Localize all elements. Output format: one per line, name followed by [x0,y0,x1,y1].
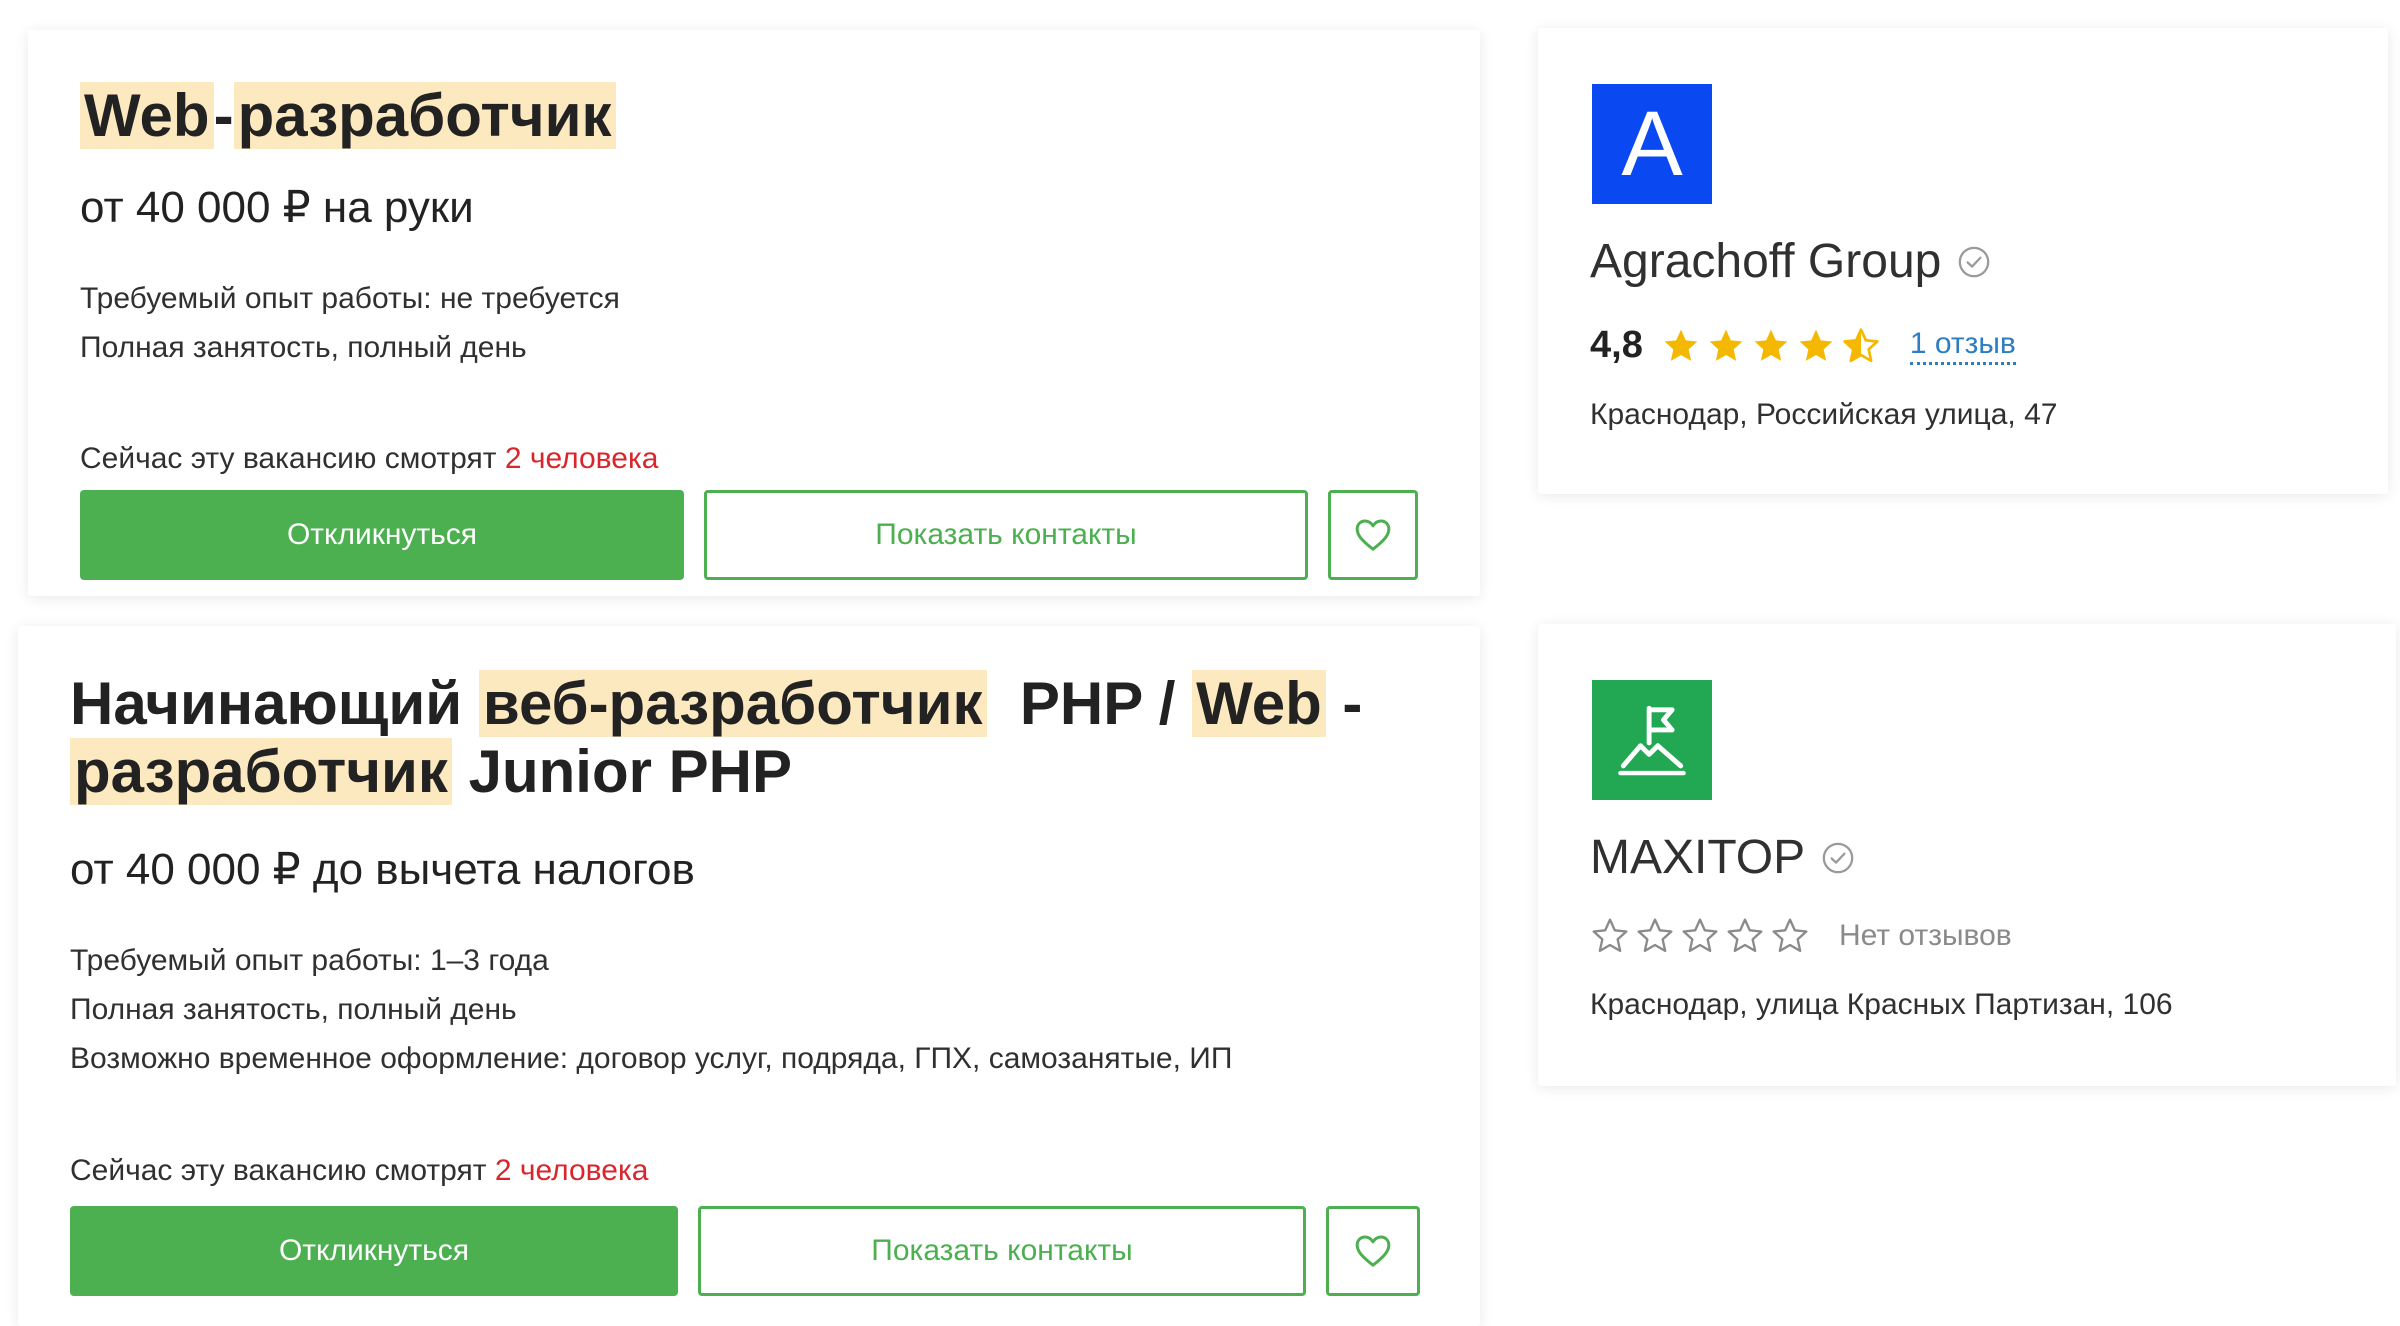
star-empty-icon [1682,918,1718,952]
respond-button[interactable]: Откликнуться [80,490,684,580]
show-contacts-button[interactable]: Показать контакты [704,490,1308,580]
star-empty-icon [1592,918,1628,952]
verified-check-icon [1822,842,1854,873]
viewers-text: Сейчас эту вакансию смотрят 2 человека [80,442,658,476]
no-reviews-label: Нет отзывов [1839,919,2012,952]
title-highlight: разработчик [70,738,452,805]
company-card: MAXITOP Нет отзывов Краснодар, улица Кра… [1538,624,2396,1086]
verified-check-icon [1959,246,1990,277]
company-logo[interactable] [1592,680,1712,800]
viewers-prefix: Сейчас эту вакансию смотрят [80,442,497,475]
favorite-button[interactable] [1326,1206,1420,1296]
logo-letter: A [1621,93,1683,195]
favorite-button[interactable] [1328,490,1418,580]
vacancy-title[interactable]: Начинающий веб-разработчик PHP / Web - ра… [70,670,1410,806]
viewers-text: Сейчас эту вакансию смотрят 2 человека [70,1154,648,1188]
title-text: PHP / [986,670,1193,737]
company-name-text: MAXITOP [1590,831,1806,884]
company-name[interactable]: MAXITOP [1590,830,1855,885]
viewers-prefix: Сейчас эту вакансию смотрят [70,1154,487,1187]
title-text: - [1325,670,1363,737]
vacancy-salary: от 40 000 ₽ на руки [80,183,474,232]
flag-mountain-icon [1618,705,1686,776]
company-card: A Agrachoff Group 4,8 1 отзыв Краснодар,… [1538,28,2388,494]
respond-button[interactable]: Откликнуться [70,1206,678,1296]
title-text: Junior PHP [451,738,793,805]
star-full-icon [1799,329,1833,361]
vacancy-salary: от 40 000 ₽ до вычета налогов [70,845,695,894]
star-full-icon [1754,329,1788,361]
company-rating: 4,8 1 отзыв [1590,324,2016,367]
show-contacts-label: Показать контакты [871,1234,1133,1267]
company-logo[interactable]: A [1592,84,1712,204]
respond-button-label: Откликнуться [278,1234,470,1267]
respond-button-label: Откликнуться [286,518,478,551]
vacancy-info: Требуемый опыт работы: не требуется Полн… [80,274,620,372]
title-highlight: веб-разработчик [478,670,987,737]
title-highlight: Web [1192,670,1326,737]
title-highlight: Web [80,82,214,149]
star-full-icon [1709,329,1743,361]
employment-line: Полная занятость, полный день [70,993,517,1026]
star-half-icon [1843,327,1879,362]
vacancy-title[interactable]: Web-разработчик [80,82,1440,150]
title-highlight: разработчик [233,82,616,149]
star-empty-icon [1637,918,1673,952]
viewers-count: 2 человека [494,1154,649,1187]
star-empty-icon [1727,918,1763,952]
company-name[interactable]: Agrachoff Group [1590,234,1991,289]
experience-line: Требуемый опыт работы: 1–3 года [70,944,549,977]
show-contacts-label: Показать контакты [875,518,1137,551]
rating-value: 4,8 [1590,324,1643,366]
star-full-icon [1664,329,1698,361]
star-empty-icon [1772,918,1808,952]
title-text: Начинающий [70,670,479,737]
contract-line: Возможно временное оформление: договор у… [70,1042,1233,1075]
viewers-count: 2 человека [504,442,659,475]
company-rating: Нет отзывов [1590,916,2012,956]
heart-icon [1355,519,1391,551]
employment-line: Полная занятость, полный день [80,331,527,364]
vacancy-card: Начинающий веб-разработчик PHP / Web - ра… [18,626,1480,1326]
company-address: Краснодар, Российская улица, 47 [1590,398,2058,431]
company-address: Краснодар, улица Красных Партизан, 106 [1590,988,2173,1021]
reviews-link[interactable]: 1 отзыв [1909,326,2016,365]
show-contacts-button[interactable]: Показать контакты [698,1206,1306,1296]
experience-line: Требуемый опыт работы: не требуется [80,282,620,315]
title-text: - [213,82,234,149]
company-name-text: Agrachoff Group [1590,235,1942,288]
heart-icon [1355,1235,1391,1267]
vacancy-card: Web-разработчик от 40 000 ₽ на руки Треб… [28,30,1480,596]
vacancy-info: Требуемый опыт работы: 1–3 года Полная з… [70,936,1232,1083]
